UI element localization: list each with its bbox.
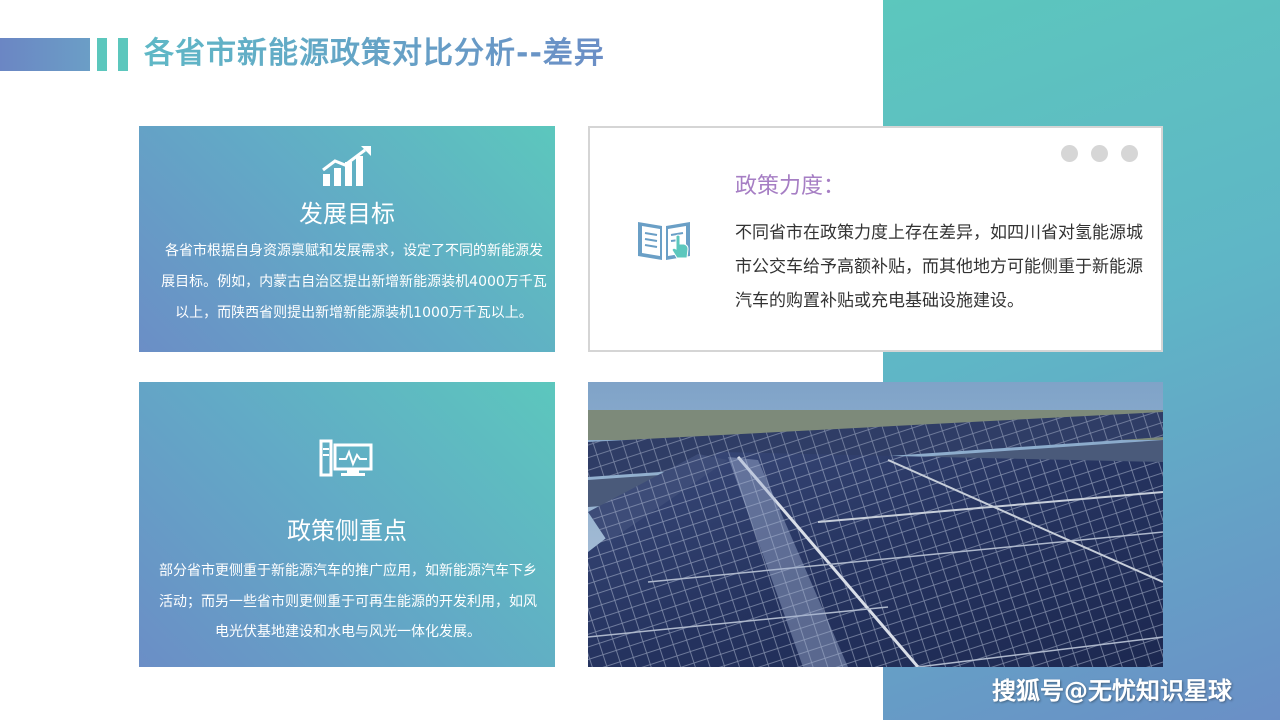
policy-strength-body: 不同省市在政策力度上存在差异，如四川省对氢能源城市公交车给予高额补贴，而其他地方… — [735, 223, 1143, 311]
title-accent-bar — [0, 38, 90, 71]
policy-strength-title: 政策力度： — [735, 174, 846, 199]
window-dot — [1061, 145, 1078, 162]
page-title: 各省市新能源政策对比分析--差异 — [144, 34, 605, 74]
open-book-icon — [634, 216, 694, 264]
card-title: 发展目标 — [299, 200, 395, 228]
card-body: 部分省市更侧重于新能源汽车的推广应用，如新能源汽车下乡活动；而另一些省市则更侧重… — [159, 563, 537, 640]
title-accent-stripe — [118, 38, 128, 71]
card-title: 政策侧重点 — [287, 517, 407, 545]
watermark: 搜狐号@无忧知识星球 — [992, 677, 1232, 705]
solar-panels-photo — [588, 382, 1163, 667]
computer-monitor-icon — [319, 437, 375, 481]
title-accent-stripe — [97, 38, 107, 71]
policy-focus-card: 政策侧重点 部分省市更侧重于新能源汽车的推广应用，如新能源汽车下乡活动；而另一些… — [139, 382, 555, 667]
window-dot — [1121, 145, 1138, 162]
development-goals-card: 发展目标 各省市根据自身资源禀赋和发展需求，设定了不同的新能源发展目标。例如，内… — [139, 126, 555, 352]
bar-chart-growth-icon — [319, 144, 375, 188]
card-body: 各省市根据自身资源禀赋和发展需求，设定了不同的新能源发展目标。例如，内蒙古自治区… — [161, 243, 547, 321]
window-dot — [1091, 145, 1108, 162]
policy-strength-card: 政策力度： 不同省市在政策力度上存在差异，如四川省对氢能源城市公交车给予高额补贴… — [588, 126, 1163, 352]
